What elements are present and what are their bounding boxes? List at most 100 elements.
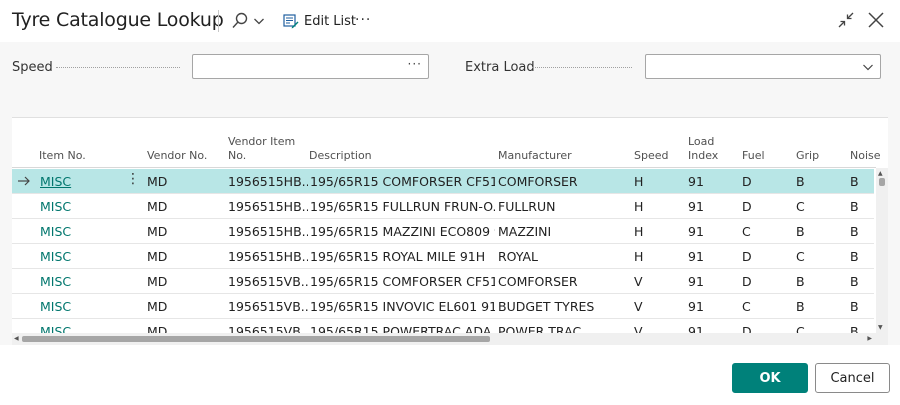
speed-field[interactable]: ···: [192, 54, 429, 79]
manufacturer-cell: MAZZINI: [498, 224, 552, 239]
grip-cell: B: [796, 224, 805, 239]
column-header-load-index-line1: Load: [688, 135, 715, 148]
description-cell: 195/65R15 FULLRUN FRUN-O...: [310, 199, 495, 214]
column-header-load-index-line2: Index: [688, 149, 719, 162]
vendor-no-cell: MD: [147, 299, 168, 314]
fuel-cell: C: [742, 224, 751, 239]
fuel-cell: D: [742, 199, 752, 214]
description-cell: 195/65R15 ROYAL MILE 91H: [310, 249, 486, 264]
fuel-cell: D: [742, 249, 752, 264]
dialog-header: Tyre Catalogue Lookup Edit List ···: [0, 0, 900, 42]
edit-list-button[interactable]: Edit List: [283, 11, 356, 31]
search-icon[interactable]: [230, 11, 250, 31]
grip-cell: C: [796, 249, 805, 264]
noise-cell: B: [850, 274, 859, 289]
vendor-item-no-cell: 1956515VB...: [228, 274, 308, 289]
item-no-link[interactable]: MISC: [40, 174, 120, 189]
noise-cell: B: [850, 199, 859, 214]
table-row[interactable]: MISC MD 1956515VB... 195/65R15 INVOVIC E…: [12, 294, 874, 319]
ok-button[interactable]: OK: [732, 363, 808, 393]
vendor-no-cell: MD: [147, 224, 168, 239]
manufacturer-cell: BUDGET TYRES: [498, 299, 595, 314]
vendor-item-no-cell: 1956515HB...: [228, 199, 308, 214]
more-options-button[interactable]: ···: [355, 12, 371, 28]
noise-cell: B: [850, 224, 859, 239]
item-no-link[interactable]: MISC: [40, 199, 120, 214]
horizontal-scrollbar[interactable]: ◀ ▶: [12, 333, 888, 345]
speed-cell: H: [634, 249, 644, 264]
speed-cell: H: [634, 174, 644, 189]
column-header-noise[interactable]: Noise: [850, 149, 881, 163]
noise-cell: B: [850, 249, 859, 264]
grip-cell: B: [796, 174, 805, 189]
vendor-item-no-cell: 1956515VB...: [228, 299, 308, 314]
item-no-link[interactable]: MISC: [40, 224, 120, 239]
column-header-vendor-item-no-line2: No.: [228, 149, 247, 162]
load-index-cell: 91: [688, 174, 704, 189]
dialog-footer: OK Cancel: [0, 345, 900, 405]
extra-load-label: Extra Load: [465, 60, 535, 75]
column-header-description[interactable]: Description: [309, 149, 372, 163]
description-cell: 195/65R15 COMFORSER CF510...: [310, 274, 495, 289]
column-header-grip[interactable]: Grip: [796, 149, 819, 163]
close-icon[interactable]: [866, 10, 886, 30]
description-cell: 195/65R15 INVOVIC EL601 91V: [310, 299, 495, 314]
item-no-link[interactable]: MISC: [40, 299, 120, 314]
noise-cell: B: [850, 299, 859, 314]
column-header-vendor-no[interactable]: Vendor No.: [147, 149, 207, 163]
edit-list-icon: [283, 14, 299, 29]
item-no-link[interactable]: MISC: [40, 274, 120, 289]
arrow-right-icon: [18, 176, 30, 186]
grip-cell: B: [796, 274, 805, 289]
table-row[interactable]: MISC MD 1956515HB... 195/65R15 ROYAL MIL…: [12, 244, 874, 269]
scroll-right-icon[interactable]: ▶: [867, 335, 872, 342]
scroll-left-icon[interactable]: ◀: [14, 335, 19, 342]
fuel-cell: C: [742, 299, 751, 314]
table-row[interactable]: MISC ⋮ MD 1956515HB... 195/65R15 COMFORS…: [12, 169, 874, 194]
extra-load-select[interactable]: [645, 54, 881, 79]
extra-load-dotted-leader: [532, 66, 632, 68]
vendor-item-no-cell: 1956515HB...: [228, 174, 308, 189]
scroll-down-icon[interactable]: ▼: [878, 324, 883, 331]
load-index-cell: 91: [688, 199, 704, 214]
vertical-scroll-thumb[interactable]: [879, 178, 885, 186]
column-header-vendor-item-no[interactable]: Vendor Item No.: [228, 135, 295, 163]
column-header-fuel[interactable]: Fuel: [742, 149, 765, 163]
vendor-item-no-cell: 1956515HB...: [228, 224, 308, 239]
collapse-icon[interactable]: [836, 10, 856, 30]
description-cell: 195/65R15 MAZZINI ECO809 9...: [310, 224, 495, 239]
fuel-cell: D: [742, 174, 752, 189]
table-row[interactable]: MISC MD 1956515HB... 195/65R15 MAZZINI E…: [12, 219, 874, 244]
grip-cell: C: [796, 199, 805, 214]
manufacturer-cell: FULLRUN: [498, 199, 556, 214]
vendor-no-cell: MD: [147, 274, 168, 289]
noise-cell: B: [850, 174, 859, 189]
fuel-cell: D: [742, 274, 752, 289]
header-divider: [218, 10, 219, 32]
load-index-cell: 91: [688, 274, 704, 289]
speed-dotted-leader: [56, 66, 180, 68]
column-header-vendor-item-no-line1: Vendor Item: [228, 135, 296, 148]
row-menu-button[interactable]: ⋮: [126, 172, 140, 186]
vertical-scrollbar[interactable]: ▲ ▼: [876, 168, 888, 333]
column-header-load-index[interactable]: Load Index: [688, 135, 718, 163]
column-header-item-no[interactable]: Item No.: [39, 149, 86, 163]
column-header-manufacturer[interactable]: Manufacturer: [498, 149, 572, 163]
assist-edit-button[interactable]: ···: [408, 57, 422, 71]
table-row[interactable]: MISC MD 1956515HB... 195/65R15 FULLRUN F…: [12, 194, 874, 219]
horizontal-scroll-thumb[interactable]: [22, 336, 490, 342]
manufacturer-cell: COMFORSER: [498, 174, 578, 189]
speed-label: Speed: [12, 60, 53, 75]
description-cell: 195/65R15 COMFORSER CF510...: [310, 174, 495, 189]
page-title: Tyre Catalogue Lookup: [12, 9, 224, 31]
load-index-cell: 91: [688, 299, 704, 314]
edit-list-label: Edit List: [304, 13, 357, 29]
table-row[interactable]: MISC MD 1956515VB... 195/65R15 COMFORSER…: [12, 269, 874, 294]
column-header-speed[interactable]: Speed: [634, 149, 668, 163]
speed-cell: H: [634, 224, 644, 239]
cancel-button[interactable]: Cancel: [815, 363, 890, 393]
tyre-catalogue-table: Item No. Vendor No. Vendor Item No. Desc…: [12, 117, 888, 345]
scroll-up-icon[interactable]: ▲: [878, 170, 883, 177]
chevron-down-icon[interactable]: [253, 15, 265, 27]
item-no-link[interactable]: MISC: [40, 249, 120, 264]
